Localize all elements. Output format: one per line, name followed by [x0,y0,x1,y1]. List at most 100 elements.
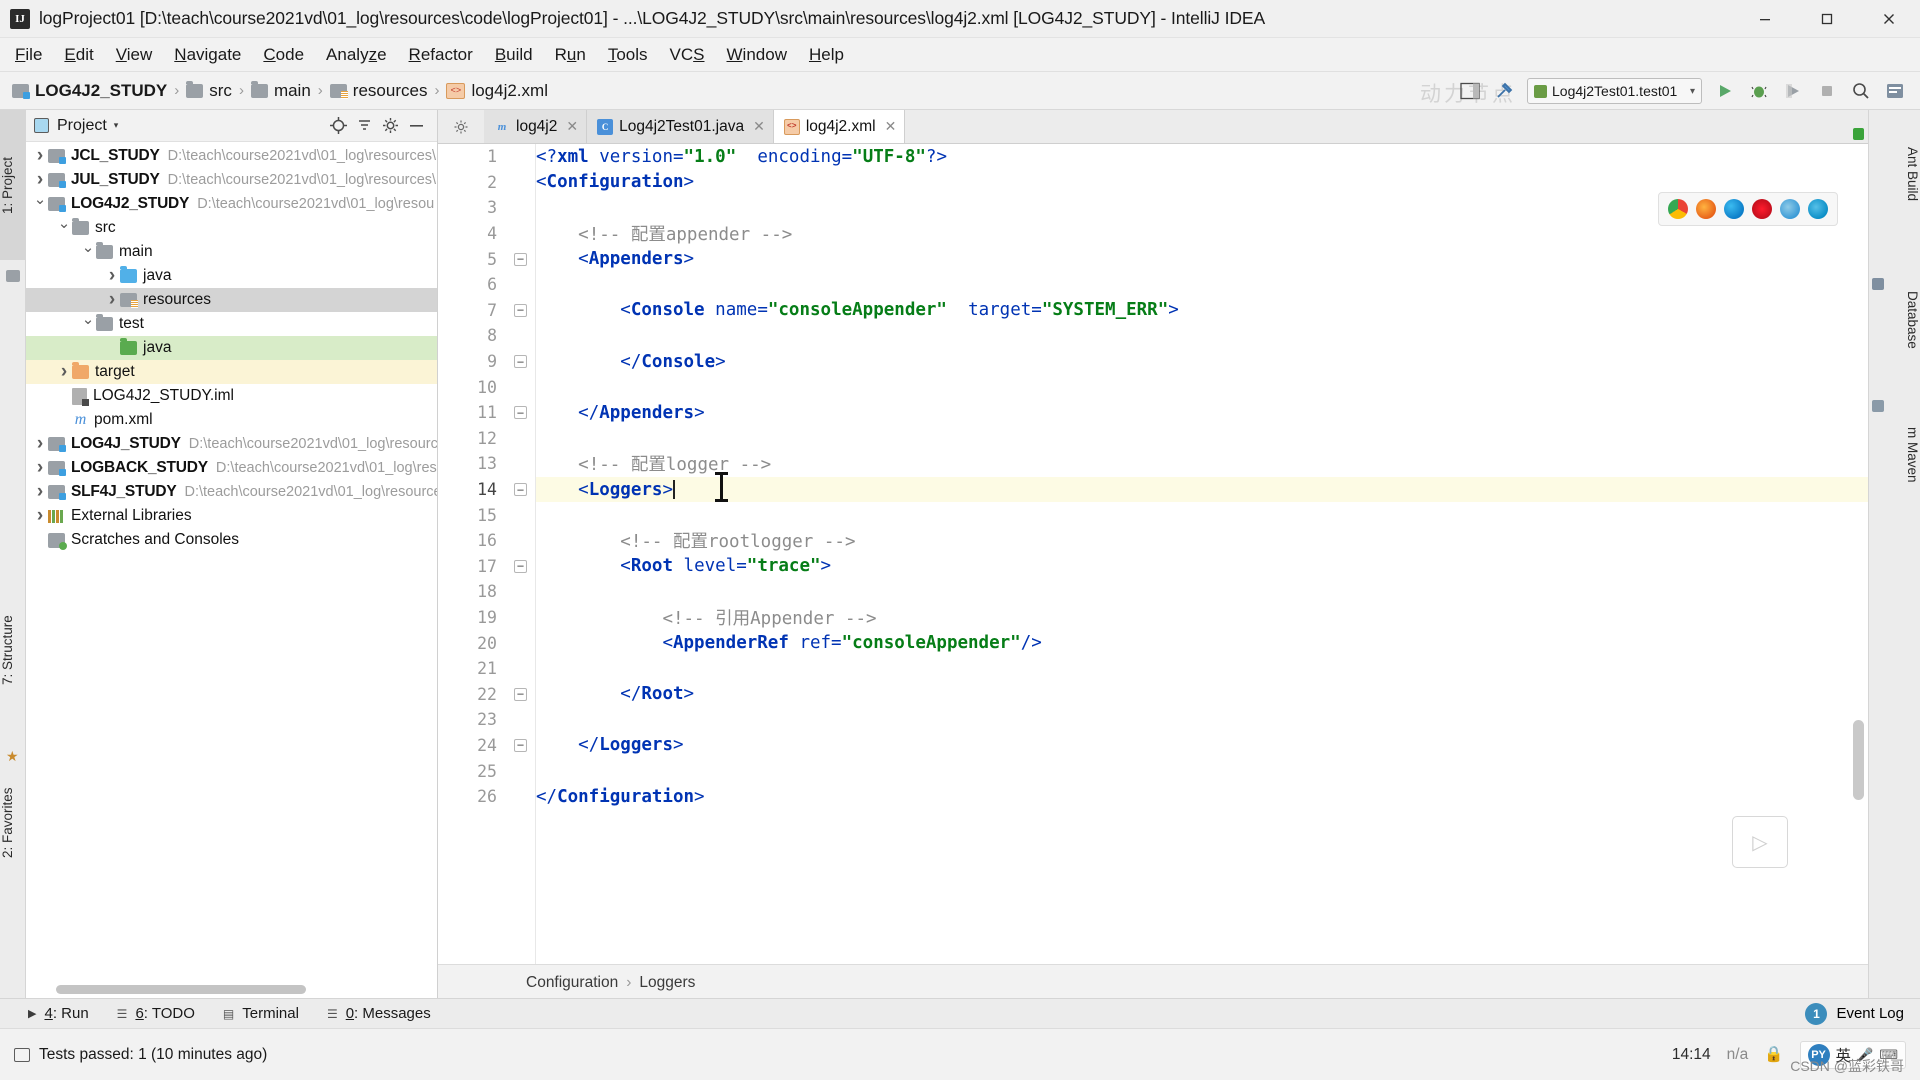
close-button[interactable] [1858,0,1920,38]
sidebar-tab-maven[interactable]: m Maven [1890,400,1920,510]
menu-item-build[interactable]: Build [484,42,544,68]
tree-item-resources[interactable]: resources [26,288,437,312]
firefox-icon[interactable] [1696,199,1716,219]
layout-icon[interactable] [1455,76,1485,106]
chevron-down-icon[interactable] [56,224,72,232]
menu-item-tools[interactable]: Tools [597,42,659,68]
tree-item-slf4j-study[interactable]: SLF4J_STUDY D:\teach\course2021vd\01_log\… [26,480,437,504]
locate-icon[interactable] [325,113,351,139]
breadcrumb-item-resources[interactable]: resources [329,81,427,101]
code-fold-toggle[interactable]: − [514,406,527,420]
chevron-right-icon[interactable] [32,174,48,186]
chevron-right-icon[interactable] [104,294,120,306]
chevron-right-icon[interactable] [32,486,48,498]
code-fold-toggle[interactable]: − [514,303,527,317]
tree-item-pom-xml[interactable]: m pom.xml [26,408,437,432]
menu-item-vcs[interactable]: VCS [659,42,716,68]
gear-icon[interactable] [377,113,403,139]
ie-icon[interactable] [1808,199,1828,219]
editor-tab-log4j2-xml[interactable]: <> log4j2.xml ✕ [773,110,906,143]
breadcrumb-item-src[interactable]: src [186,80,232,101]
project-tree-horizontal-scrollbar[interactable] [56,985,306,994]
chevron-right-icon[interactable] [32,510,48,522]
code-fold-toggle[interactable]: − [514,252,527,266]
tree-item-scratches-and-consoles[interactable]: Scratches and Consoles [26,528,437,552]
code-fold-toggle[interactable]: − [514,483,527,497]
menu-item-view[interactable]: View [105,42,164,68]
tree-item-java[interactable]: java [26,336,437,360]
chevron-right-icon[interactable] [32,150,48,162]
chrome-icon[interactable] [1668,199,1688,219]
chevron-right-icon[interactable] [104,270,120,282]
status-breadcrumb-item-loggers[interactable]: Loggers [639,974,695,992]
sidebar-tab-project[interactable]: 1: Project [0,110,26,260]
editor-vertical-scrollbar[interactable] [1853,720,1864,800]
sidebar-tab-ant-build[interactable]: Ant Build [1890,114,1920,234]
debug-icon[interactable] [1744,76,1774,106]
stop-icon[interactable] [1812,76,1842,106]
search-icon[interactable] [1846,76,1876,106]
close-icon[interactable]: ✕ [566,118,578,135]
code-fold-toggle[interactable]: − [514,355,527,369]
tree-item-jul-study[interactable]: JUL_STUDY D:\teach\course2021vd\01_log\re… [26,168,437,192]
tree-item-log4j-study[interactable]: LOG4J_STUDY D:\teach\course2021vd\01_log\… [26,432,437,456]
menu-item-run[interactable]: Run [544,42,597,68]
minimize-button[interactable] [1734,0,1796,38]
tree-item-log4j2-study[interactable]: LOG4J2_STUDY D:\teach\course2021vd\01_log… [26,192,437,216]
chevron-right-icon[interactable] [32,462,48,474]
maximize-button[interactable] [1796,0,1858,38]
breadcrumb-item-log4j2-xml[interactable]: <> log4j2.xml [446,81,548,101]
code-fold-toggle[interactable]: − [514,687,527,701]
bottom-tab-run[interactable]: ▶ 4: Run [0,1005,103,1022]
lock-icon[interactable]: 🔒 [1764,1045,1783,1064]
hide-icon[interactable] [403,113,429,139]
menu-item-navigate[interactable]: Navigate [163,42,252,68]
build-hammer-icon[interactable] [1489,76,1519,106]
chevron-right-icon[interactable] [56,366,72,378]
menu-item-analyze[interactable]: Analyze [315,42,398,68]
code-fold-toggle[interactable]: − [514,559,527,573]
run-configuration-selector[interactable]: Log4j2Test01.test01 ▾ [1527,78,1702,104]
tree-item-target[interactable]: target [26,360,437,384]
code-editor[interactable]: 1 2 3 4 5−6 7−8 9−10 11−12 13 14−15 16 17−18 19 20 21 2… [438,144,1868,964]
safari-icon[interactable] [1780,199,1800,219]
settings-icon[interactable] [1880,76,1910,106]
edge-icon[interactable] [1724,199,1744,219]
editor-tab-log4j2test01-java[interactable]: C Log4j2Test01.java ✕ [587,110,774,143]
bottom-tab-todo[interactable]: ☰ 6: TODO [103,1005,209,1022]
opera-icon[interactable] [1752,199,1772,219]
editor-tabs-gear-icon[interactable] [438,110,484,143]
sidebar-tab-database[interactable]: Database [1890,260,1920,380]
inspection-status-indicator[interactable] [1853,128,1864,140]
collapse-all-icon[interactable] [351,113,377,139]
editor-tab-log4j2[interactable]: m log4j2 ✕ [484,110,588,143]
event-log-label[interactable]: Event Log [1836,1005,1904,1022]
tree-item-external-libraries[interactable]: External Libraries [26,504,437,528]
code-fold-toggle[interactable]: − [514,738,527,752]
sidebar-tab-favorites[interactable]: 2: Favorites [0,740,26,905]
tree-item-main[interactable]: main [26,240,437,264]
breadcrumb-item-main[interactable]: main [250,80,311,101]
close-icon[interactable]: ✕ [753,118,765,135]
status-breadcrumb-item-configuration[interactable]: Configuration [526,974,618,992]
menu-item-edit[interactable]: Edit [53,42,104,68]
tree-item-jcl-study[interactable]: JCL_STUDY D:\teach\course2021vd\01_log\re… [26,144,437,168]
bottom-tab-terminal[interactable]: ▤ Terminal [209,1005,313,1022]
tree-item-logback-study[interactable]: LOGBACK_STUDY D:\teach\course2021vd\01_lo… [26,456,437,480]
menu-item-code[interactable]: Code [252,42,315,68]
run-preview-icon[interactable]: ▷ [1732,816,1788,868]
chevron-down-icon[interactable] [32,200,48,208]
chevron-down-icon[interactable] [80,320,96,328]
tree-item-test[interactable]: test [26,312,437,336]
tree-item-src[interactable]: src [26,216,437,240]
tree-item-log4j2-study-iml[interactable]: LOG4J2_STUDY.iml [26,384,437,408]
chevron-right-icon[interactable] [32,438,48,450]
chevron-down-icon[interactable]: ▾ [114,120,119,131]
coverage-icon[interactable] [1778,76,1808,106]
menu-item-file[interactable]: File [4,42,53,68]
chevron-down-icon[interactable] [80,248,96,256]
menu-item-window[interactable]: Window [716,42,798,68]
editor-gutter[interactable]: 1 2 3 4 5−6 7−8 9−10 11−12 13 14−15 16 17−18 19 20 21 2… [438,144,536,964]
menu-item-refactor[interactable]: Refactor [398,42,484,68]
menu-item-help[interactable]: Help [798,42,855,68]
